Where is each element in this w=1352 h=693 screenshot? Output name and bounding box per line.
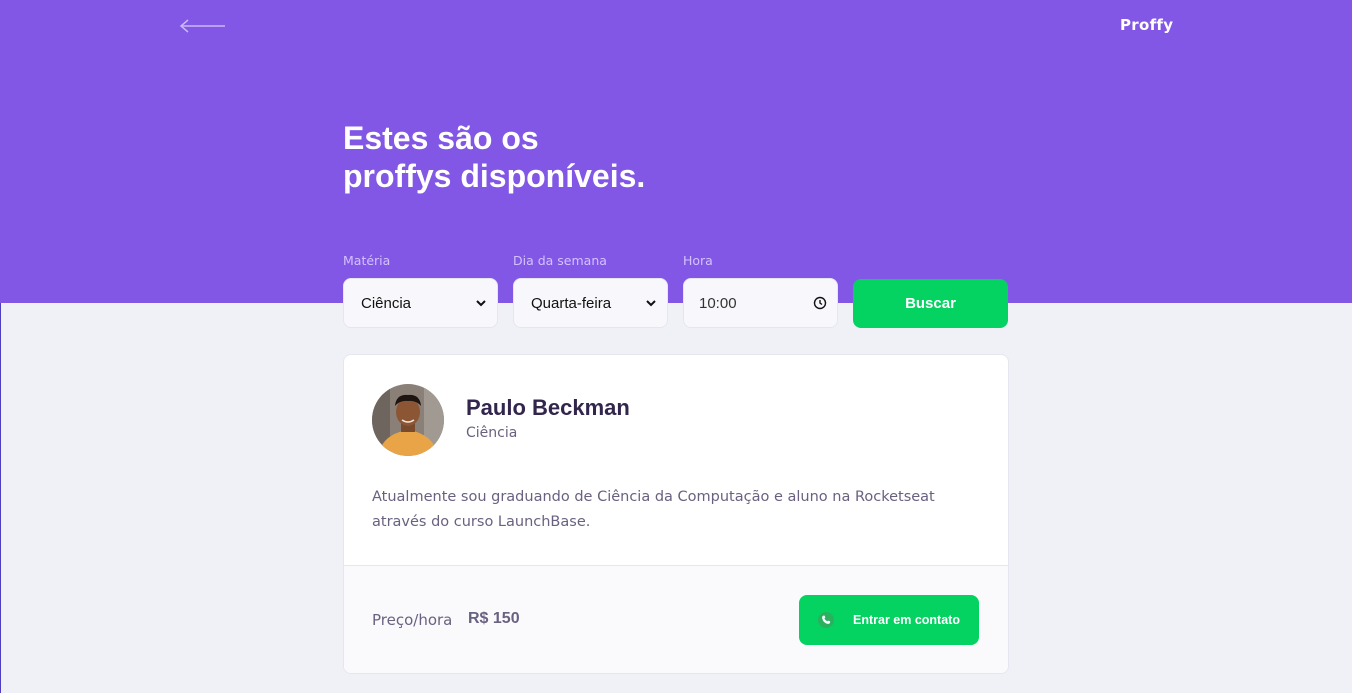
subject-select-value: Ciência xyxy=(361,294,412,312)
whatsapp-icon xyxy=(818,612,834,628)
price-label: Preço/hora xyxy=(372,611,453,629)
time-label: Hora xyxy=(683,253,713,268)
teacher-card: Paulo Beckman Ciência Atualmente sou gra… xyxy=(343,354,1009,674)
teacher-subject: Ciência xyxy=(466,425,518,441)
logo: Proffy xyxy=(1120,16,1174,34)
weekday-select-value: Quarta-feira xyxy=(531,294,612,312)
contact-button-label: Entrar em contato xyxy=(853,613,960,627)
contact-button[interactable]: Entrar em contato xyxy=(799,595,979,645)
title-line-2: proffys disponíveis. xyxy=(343,158,646,194)
page-title: Estes são os proffys disponíveis. xyxy=(343,119,763,195)
back-arrow-icon[interactable] xyxy=(176,14,228,38)
price-value: R$ 150 xyxy=(468,610,520,627)
avatar xyxy=(372,384,444,456)
time-input-value: 10:00 xyxy=(699,294,737,312)
weekday-label: Dia da semana xyxy=(513,253,607,268)
chevron-down-icon xyxy=(476,300,486,307)
teacher-bio: Atualmente sou graduando de Ciência da C… xyxy=(372,489,935,530)
search-button[interactable]: Buscar xyxy=(853,279,1008,328)
weekday-select[interactable]: Quarta-feira xyxy=(513,278,668,328)
page-header: Proffy Estes são os proffys disponíveis. xyxy=(0,0,1352,303)
subject-select[interactable]: Ciência xyxy=(343,278,498,328)
subject-label: Matéria xyxy=(343,253,391,268)
teacher-name: Paulo Beckman xyxy=(466,395,630,420)
card-footer: Preço/hora R$ 150 Entrar em contato xyxy=(344,565,1008,673)
chevron-down-icon xyxy=(646,300,656,307)
time-input[interactable]: 10:00 xyxy=(683,278,838,328)
title-line-1: Estes são os xyxy=(343,120,539,156)
page-edge xyxy=(0,303,1,693)
clock-icon[interactable] xyxy=(813,296,827,310)
